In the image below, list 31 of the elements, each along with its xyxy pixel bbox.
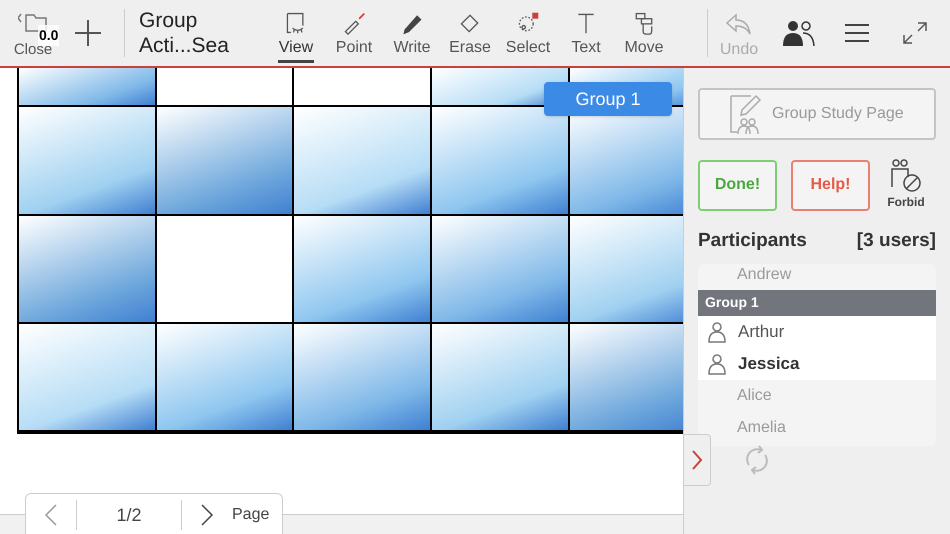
person-icon <box>708 320 726 342</box>
tool-button[interactable]: Text <box>557 3 615 63</box>
close-button[interactable]: 0.0 Close <box>0 3 66 63</box>
tool-button[interactable]: Move <box>615 3 673 63</box>
page-number: 1/2 <box>115 504 143 526</box>
tool-button[interactable]: View <box>267 3 325 63</box>
user-count: [3 users] <box>856 229 936 253</box>
group-header: Group 1 <box>698 290 936 316</box>
document-title: Group Acti...Sea <box>138 8 230 58</box>
forbid-button[interactable]: Forbid <box>882 159 930 211</box>
plus-icon <box>73 18 103 48</box>
zoom-level: 0.0 <box>38 25 60 46</box>
people-icon <box>781 18 817 48</box>
chevron-right-icon <box>691 449 703 471</box>
expand-panel-button[interactable] <box>683 434 711 486</box>
tool-button[interactable]: Erase <box>441 3 499 63</box>
tool-button[interactable]: Point <box>325 3 383 63</box>
page-label: Page <box>232 505 270 525</box>
tool-button[interactable]: Write <box>383 3 441 63</box>
whiteboard-icon <box>728 92 764 136</box>
participants-heading: Participants <box>698 229 807 253</box>
participant-row[interactable]: Jessica <box>698 348 936 380</box>
chevron-left-icon <box>44 503 58 527</box>
participant-row[interactable]: Arthur <box>698 316 936 348</box>
chevron-right-icon <box>200 503 214 527</box>
refresh-icon <box>743 445 771 475</box>
tool-button[interactable]: Select <box>499 3 557 63</box>
group-tag: Group 1 <box>544 82 672 116</box>
menu-icon <box>844 22 870 44</box>
person-icon <box>708 352 726 374</box>
expand-icon <box>901 20 929 46</box>
